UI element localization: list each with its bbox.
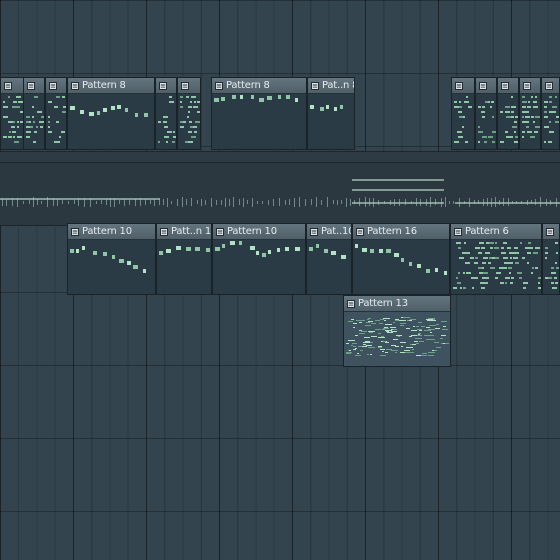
pattern-icon[interactable]: ≡ xyxy=(347,299,355,308)
clip-label: Pat..10 xyxy=(321,226,351,237)
pattern-icon[interactable]: ≡ xyxy=(356,227,364,236)
pattern-clip[interactable]: ≡ xyxy=(542,223,560,295)
clip-notes xyxy=(307,239,351,294)
clip-notes xyxy=(498,93,518,149)
clip-notes xyxy=(213,239,305,294)
pattern-clip[interactable]: ≡ xyxy=(0,77,24,150)
audio-waveform xyxy=(0,162,560,224)
clip-notes xyxy=(46,93,66,149)
clip-notes xyxy=(451,239,541,294)
clip-notes xyxy=(543,239,559,294)
pattern-clip[interactable]: ≡ xyxy=(177,77,201,150)
pattern-clip[interactable]: ≡ Pattern 8 xyxy=(211,77,307,150)
pattern-icon[interactable]: ≡ xyxy=(501,81,509,90)
clip-header[interactable]: ≡ xyxy=(543,224,559,240)
pattern-clip[interactable]: ≡Pat..n 8 xyxy=(307,77,355,150)
pattern-clip[interactable]: ≡ Pattern 6 xyxy=(450,223,542,295)
clip-header[interactable]: ≡ Pattern 13 xyxy=(344,296,450,312)
clip-notes xyxy=(212,93,306,149)
pattern-icon[interactable]: ≡ xyxy=(454,227,462,236)
clip-header[interactable]: ≡ Pat..10 xyxy=(307,224,351,240)
pattern-clip[interactable]: ≡ xyxy=(541,77,560,150)
clip-header[interactable]: ≡ xyxy=(178,78,200,94)
pattern-clip[interactable]: ≡ xyxy=(451,77,475,150)
clip-header[interactable]: ≡ xyxy=(156,78,176,94)
clip-label: Pattern 8 xyxy=(226,80,270,91)
clip-label: Pattern 8 xyxy=(82,80,126,91)
clip-header[interactable]: ≡ xyxy=(452,78,474,94)
pattern-icon[interactable]: ≡ xyxy=(181,81,189,90)
clip-label: Pattern 10 xyxy=(82,226,132,237)
clip-header[interactable]: ≡ xyxy=(46,78,66,94)
clip-header[interactable]: ≡ Pattern 10 xyxy=(68,224,155,240)
pattern-icon[interactable]: ≡ xyxy=(4,81,12,90)
clip-notes xyxy=(344,311,450,366)
pattern-clip[interactable]: ≡ xyxy=(155,77,177,150)
pattern-icon[interactable]: ≡ xyxy=(71,227,79,236)
pattern-icon[interactable]: ≡ xyxy=(455,81,463,90)
clip-notes xyxy=(156,93,176,149)
pattern-clip[interactable]: ≡ xyxy=(519,77,541,150)
clip-notes xyxy=(542,93,559,149)
clip-notes xyxy=(452,93,474,149)
pattern-clip[interactable]: ≡ Pattern 10 xyxy=(212,223,306,295)
clip-notes xyxy=(178,93,200,149)
pattern-icon[interactable]: ≡ xyxy=(71,81,79,90)
clip-notes xyxy=(68,239,155,294)
clip-notes xyxy=(308,93,354,149)
clip-header[interactable]: ≡ xyxy=(476,78,496,94)
pattern-icon[interactable]: ≡ xyxy=(479,81,487,90)
clip-header[interactable]: ≡ xyxy=(542,78,559,94)
clip-header[interactable]: ≡ xyxy=(1,78,23,94)
clip-notes xyxy=(1,93,23,149)
clip-header[interactable]: ≡ xyxy=(24,78,44,94)
clip-label: Pat..n 8 xyxy=(322,80,354,91)
pattern-icon[interactable]: ≡ xyxy=(310,227,318,236)
clip-label: Patt..n 12 xyxy=(171,226,211,237)
pattern-clip[interactable]: ≡ Pattern 13 xyxy=(343,295,451,367)
clip-label: Pattern 10 xyxy=(227,226,277,237)
pattern-clip[interactable]: ≡ Pattern 10 xyxy=(67,223,156,295)
pattern-clip[interactable]: ≡ xyxy=(45,77,67,150)
pattern-icon[interactable]: ≡ xyxy=(159,81,167,90)
clip-label: Pattern 16 xyxy=(367,226,417,237)
pattern-icon[interactable]: ≡ xyxy=(523,81,531,90)
pattern-icon[interactable]: ≡ xyxy=(216,227,224,236)
pattern-clip[interactable]: ≡ xyxy=(23,77,45,150)
clip-header[interactable]: ≡ Pattern 10 xyxy=(213,224,305,240)
clip-notes xyxy=(476,93,496,149)
pattern-icon[interactable]: ≡ xyxy=(160,227,168,236)
pattern-icon[interactable]: ≡ xyxy=(545,81,553,90)
playlist-grid[interactable]: ≡≡≡≡Pattern 8≡≡≡Pattern 8≡Pat..n 8≡≡≡≡≡≡… xyxy=(0,0,560,560)
pattern-icon[interactable]: ≡ xyxy=(546,227,554,236)
clip-notes xyxy=(24,93,44,149)
clip-header[interactable]: ≡ Pattern 8 xyxy=(68,78,154,94)
pattern-icon[interactable]: ≡ xyxy=(27,81,35,90)
clip-notes xyxy=(157,239,211,294)
pattern-clip[interactable]: ≡ Pattern 16 xyxy=(352,223,450,295)
pattern-icon[interactable]: ≡ xyxy=(215,81,223,90)
clip-notes xyxy=(353,239,449,294)
clip-label: Pattern 13 xyxy=(358,298,408,309)
clip-notes xyxy=(68,93,154,149)
pattern-clip[interactable]: ≡ xyxy=(475,77,497,150)
pattern-clip[interactable]: ≡ xyxy=(497,77,519,150)
clip-header[interactable]: ≡ xyxy=(520,78,540,94)
pattern-icon[interactable]: ≡ xyxy=(49,81,57,90)
clip-header[interactable]: ≡ xyxy=(498,78,518,94)
clip-notes xyxy=(520,93,540,149)
clip-header[interactable]: ≡ Pattern 8 xyxy=(212,78,306,94)
pattern-clip[interactable]: ≡Patt..n 12 xyxy=(156,223,212,295)
pattern-clip[interactable]: ≡ Pattern 8 xyxy=(67,77,155,150)
pattern-icon[interactable]: ≡ xyxy=(311,81,319,90)
clip-header[interactable]: ≡Pat..n 8 xyxy=(308,78,354,94)
clip-header[interactable]: ≡ Pattern 6 xyxy=(451,224,541,240)
clip-header[interactable]: ≡ Pattern 16 xyxy=(353,224,449,240)
clip-label: Pattern 6 xyxy=(465,226,509,237)
pattern-clip[interactable]: ≡ Pat..10 xyxy=(306,223,352,295)
clip-header[interactable]: ≡Patt..n 12 xyxy=(157,224,211,240)
